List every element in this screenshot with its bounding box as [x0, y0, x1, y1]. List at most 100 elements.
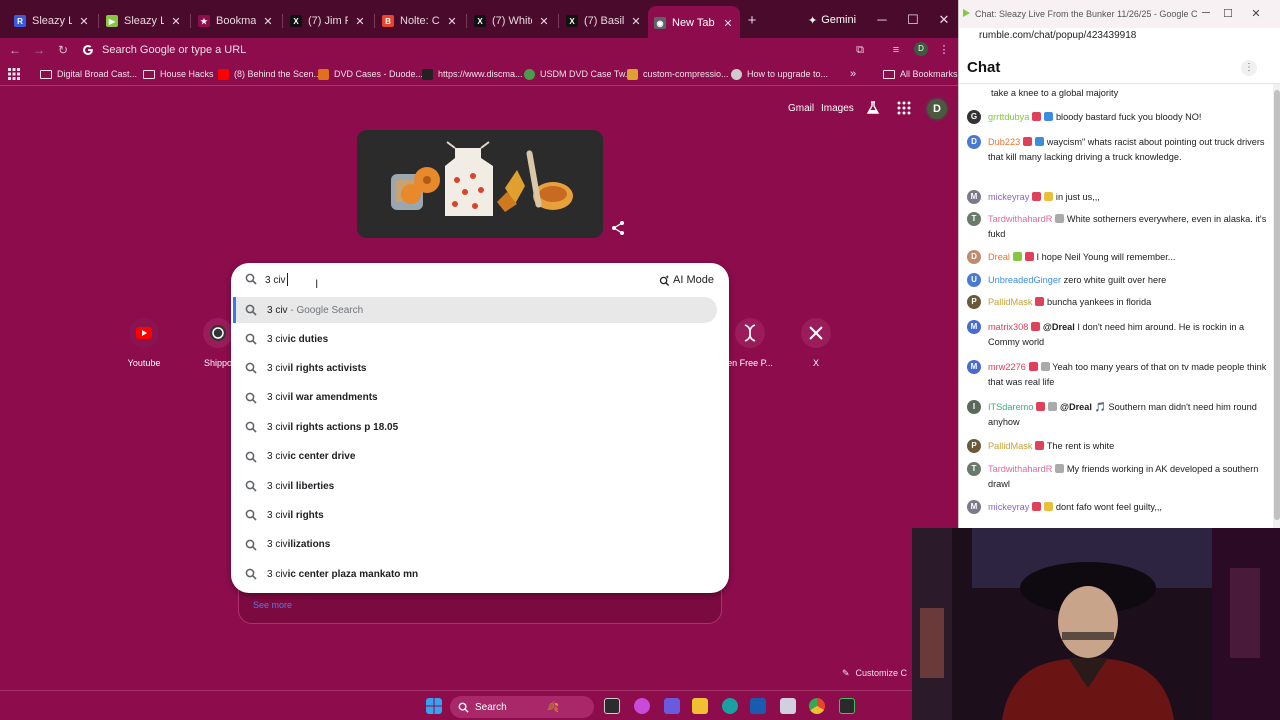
cast-icon[interactable]: ⧉	[852, 42, 868, 58]
suggestion-item[interactable]: 3 civil rights actions p 18.05	[233, 414, 717, 440]
see-more-link[interactable]: See more	[253, 600, 292, 610]
close-tab-icon[interactable]: ✕	[170, 15, 182, 28]
suggestion-item[interactable]: 3 civic center drive	[233, 444, 717, 470]
user-avatar[interactable]: M	[967, 190, 981, 204]
chat-username[interactable]: mickeyray	[988, 192, 1029, 202]
tab-5[interactable]: B Nolte: Chart ✕	[376, 8, 464, 34]
copilot-icon[interactable]	[634, 698, 650, 714]
bookmark-1[interactable]: Digital Broad Cast...	[40, 67, 137, 81]
scrollbar-thumb[interactable]	[1274, 90, 1280, 520]
close-tab-icon[interactable]: ✕	[722, 17, 734, 30]
edge-icon[interactable]	[722, 698, 738, 714]
chat-username[interactable]: TardwithahardR	[988, 214, 1052, 224]
google-apps-icon[interactable]	[897, 101, 911, 115]
chat-menu-icon[interactable]: ⋮	[1241, 60, 1257, 76]
forward-button[interactable]: →	[31, 42, 47, 58]
user-avatar[interactable]: G	[967, 110, 981, 124]
reload-button[interactable]: ↻	[55, 42, 71, 58]
back-button[interactable]: ←	[7, 42, 23, 58]
bookmark-5[interactable]: https://www.discma...	[422, 67, 523, 81]
suggestion-item[interactable]: 3 civil liberties	[233, 473, 717, 499]
suggestion-item[interactable]: 3 civic center plaza mankato mn	[233, 561, 717, 587]
user-avatar[interactable]: U	[967, 273, 981, 287]
chat-username[interactable]: grrttdubya	[988, 112, 1029, 122]
user-avatar[interactable]: T	[967, 462, 981, 476]
tab-3[interactable]: ★ Bookmarks ✕	[192, 8, 280, 34]
kebab-menu-icon[interactable]: ⋮	[936, 42, 952, 58]
suggestion-item[interactable]: 3 civil rights	[233, 502, 717, 528]
maximize-button[interactable]: ☐	[905, 12, 921, 28]
chat-username[interactable]: mickeyray	[988, 502, 1029, 512]
snipping-tool-icon[interactable]	[780, 698, 796, 714]
chat-username[interactable]: mrw2276	[988, 362, 1026, 372]
chat-username[interactable]: matrix308	[988, 322, 1028, 332]
close-tab-icon[interactable]: ✕	[354, 15, 366, 28]
chat-username[interactable]: ITSdaremo	[988, 402, 1033, 412]
gmail-link[interactable]: Gmail	[788, 103, 814, 114]
chat-username[interactable]: TardwithahardR	[988, 464, 1052, 474]
bookmarks-overflow-chevron-icon[interactable]: »	[850, 67, 856, 81]
user-avatar[interactable]: D	[967, 250, 981, 264]
profile-avatar[interactable]: D	[914, 42, 928, 56]
taskbar-search-box[interactable]: Search 🍂	[450, 696, 594, 718]
file-explorer-icon[interactable]	[692, 698, 708, 714]
bookmark-6[interactable]: USDM DVD Case Tw...	[524, 67, 632, 81]
windows-start-icon[interactable]	[426, 698, 442, 714]
close-tab-icon[interactable]: ✕	[262, 15, 274, 28]
suggestion-item[interactable]: 3 civil rights activists	[233, 355, 717, 381]
shortcut-4[interactable]: X	[784, 318, 848, 368]
suggestion-google-search[interactable]: 3 civ - Google Search	[233, 297, 717, 323]
close-tab-icon[interactable]: ✕	[538, 15, 550, 28]
gemini-button[interactable]: ✦ Gemini	[800, 10, 864, 30]
search-input[interactable]	[265, 271, 625, 289]
chat-scrollbar[interactable]	[1273, 84, 1280, 528]
bookmark-2[interactable]: House Hacks	[143, 67, 214, 81]
bookmark-7[interactable]: custom-compressio...	[627, 67, 729, 81]
user-avatar[interactable]: M	[967, 500, 981, 514]
bookmark-3[interactable]: (8) Behind the Scen...	[218, 67, 321, 81]
chat-username[interactable]: Dreal	[988, 252, 1010, 262]
user-avatar[interactable]: M	[967, 320, 981, 334]
store-icon[interactable]	[750, 698, 766, 714]
chat-username[interactable]: UnbreadedGinger	[988, 275, 1061, 285]
tab-8[interactable]: ◉ New Tab ✕	[648, 6, 740, 40]
user-avatar[interactable]: P	[967, 295, 981, 309]
close-window-button[interactable]: ✕	[936, 12, 952, 28]
user-avatar[interactable]: P	[967, 439, 981, 453]
customize-chrome-button[interactable]: ✎ Customize C	[842, 665, 907, 681]
user-avatar[interactable]: D	[967, 135, 981, 149]
minimize-button[interactable]: ─	[1199, 7, 1213, 19]
tab-6[interactable]: X (7) White Au ✕	[468, 8, 556, 34]
chat-username[interactable]: Dub223	[988, 137, 1020, 147]
user-avatar[interactable]: T	[967, 212, 981, 226]
labs-flask-icon[interactable]	[866, 101, 880, 115]
images-link[interactable]: Images	[821, 103, 854, 114]
tab-1[interactable]: R Sleazy Live F ✕	[8, 8, 96, 34]
close-tab-icon[interactable]: ✕	[446, 15, 458, 28]
tab-4[interactable]: X (7) Jim Fergu ✕	[284, 8, 372, 34]
google-doodle[interactable]	[357, 130, 603, 238]
close-tab-icon[interactable]: ✕	[630, 15, 642, 28]
bookmark-4[interactable]: DVD Cases - Duode...	[318, 67, 423, 81]
tab-7[interactable]: X (7) Basil the ✕	[560, 8, 648, 34]
teams-icon[interactable]	[664, 698, 680, 714]
close-window-button[interactable]: ✕	[1249, 7, 1263, 20]
minimize-button[interactable]: ─	[874, 12, 890, 27]
chrome-taskbar-icon[interactable]	[809, 698, 825, 714]
new-tab-button[interactable]: +	[744, 12, 760, 29]
ai-mode-button[interactable]: AI Mode	[659, 271, 714, 289]
suggestion-item[interactable]: 3 civil war amendments	[233, 385, 717, 411]
google-account-avatar[interactable]: D	[925, 97, 949, 121]
share-icon[interactable]	[610, 220, 626, 236]
shortcut-1[interactable]: Youtube	[112, 318, 176, 368]
maximize-button[interactable]: ☐	[1221, 7, 1235, 20]
apps-grid-icon[interactable]	[8, 67, 20, 81]
user-avatar[interactable]: I	[967, 400, 981, 414]
user-avatar[interactable]: M	[967, 360, 981, 374]
chat-username[interactable]: PallidMask	[988, 441, 1032, 451]
bookmark-8[interactable]: How to upgrade to...	[731, 67, 828, 81]
suggestion-item[interactable]: 3 civilizations	[233, 532, 717, 558]
tab-2[interactable]: ▶ Sleazy Live F ✕	[100, 8, 188, 34]
media-controls-icon[interactable]: ≡	[888, 42, 904, 58]
address-bar[interactable]: Search Google or type a URL	[82, 40, 842, 60]
